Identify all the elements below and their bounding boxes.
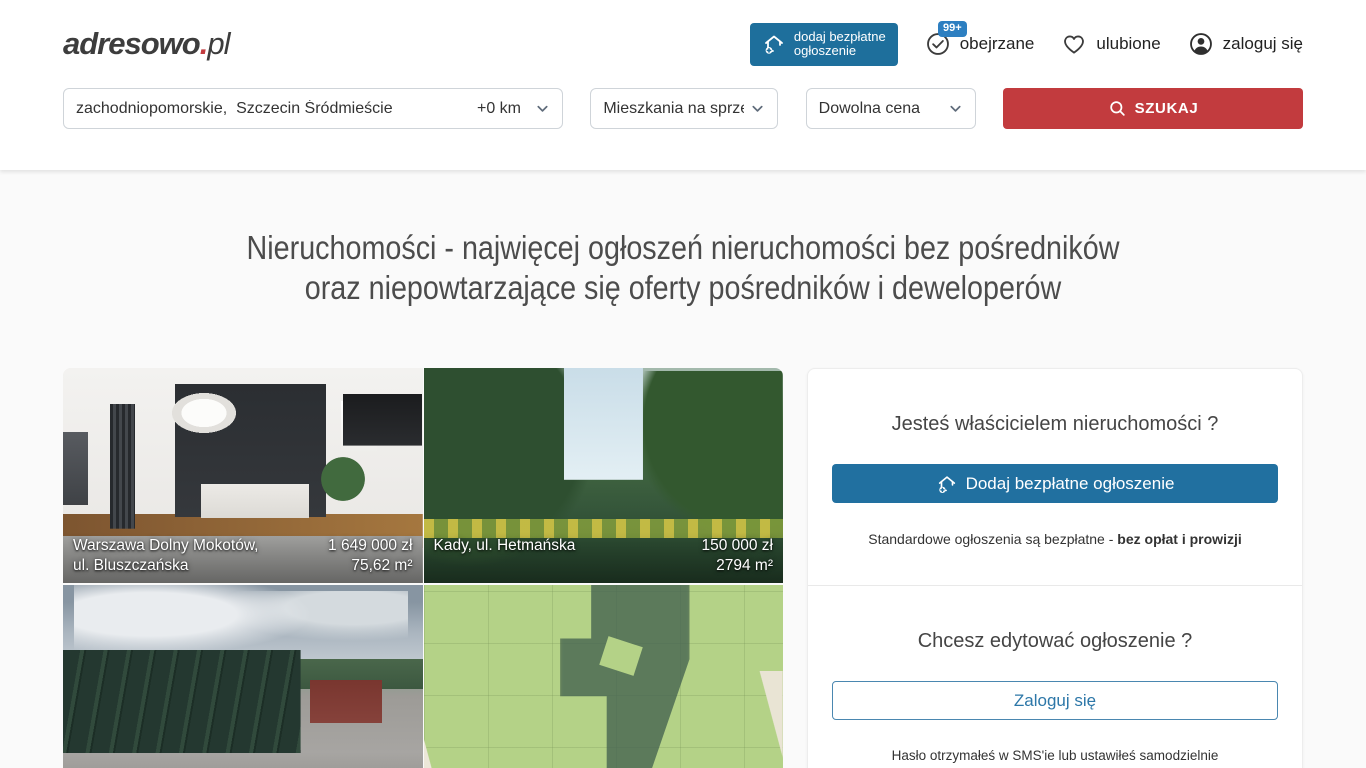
main-content: Nieruchomości - najwięcej ogłoszeń nieru… xyxy=(63,228,1303,768)
page: adresowo.pl dodaj bezpłatne ogł xyxy=(0,0,1366,768)
owner-panel-note: Standardowe ogłoszenia są bezpłatne - be… xyxy=(832,531,1278,547)
top-bar: adresowo.pl dodaj bezpłatne ogł xyxy=(63,0,1303,88)
price-select[interactable]: Dowolna cena xyxy=(806,88,976,129)
logo[interactable]: adresowo.pl xyxy=(63,26,229,62)
edit-panel-note: Hasło otrzymałeś w SMS'ie lub ustawiłeś … xyxy=(832,748,1278,763)
listing-photo-storage-containers xyxy=(63,585,423,768)
add-free-listing-label: Dodaj bezpłatne ogłoszenie xyxy=(966,474,1175,494)
listing-address: Kady, ul. Hetmańska xyxy=(434,536,576,556)
house-plus-icon xyxy=(936,473,958,495)
viewed-button[interactable]: 99+ obejrzane xyxy=(925,31,1035,57)
page-headline: Nieruchomości - najwięcej ogłoszeń nieru… xyxy=(63,228,1303,308)
location-value: zachodniopomorskie, Szczecin Śródmieście xyxy=(76,100,469,118)
edit-panel-title: Chcesz edytować ogłoszenie ? xyxy=(832,630,1278,653)
header-actions: dodaj bezpłatne ogłoszenie 99+ obejrzane xyxy=(750,23,1303,66)
headline-line-1: Nieruchomości - najwięcej ogłoszeń nieru… xyxy=(144,228,1223,268)
login-button[interactable]: zaloguj się xyxy=(1188,31,1303,57)
search-button[interactable]: SZUKAJ xyxy=(1003,88,1303,129)
sidebar-login-button[interactable]: Zaloguj się xyxy=(832,681,1278,720)
sidebar-login-label: Zaloguj się xyxy=(1014,691,1096,711)
owner-panel-title: Jesteś właścicielem nieruchomości ? xyxy=(832,413,1278,436)
sidebar: Jesteś właścicielem nieruchomości ? Doda… xyxy=(807,368,1303,768)
add-listing-button[interactable]: dodaj bezpłatne ogłoszenie xyxy=(750,23,898,66)
add-free-listing-button[interactable]: Dodaj bezpłatne ogłoszenie xyxy=(832,464,1278,503)
location-radius: +0 km xyxy=(477,100,521,118)
viewed-count-badge: 99+ xyxy=(938,21,967,37)
person-circle-icon xyxy=(1188,31,1214,57)
listing-address: Warszawa Dolny Mokotów, xyxy=(73,536,259,556)
listing-card-forest-plot[interactable]: Kady, ul. Hetmańska 150 000 zł 2794 m² xyxy=(424,368,784,583)
listing-price: 150 000 zł xyxy=(701,536,773,556)
login-label: zaloguj się xyxy=(1223,34,1303,54)
owner-panel: Jesteś właścicielem nieruchomości ? Doda… xyxy=(808,369,1302,585)
search-button-label: SZUKAJ xyxy=(1135,100,1199,117)
chevron-down-icon xyxy=(948,101,963,116)
listing-price: 1 649 000 zł xyxy=(328,536,412,556)
check-circle-icon: 99+ xyxy=(925,31,951,57)
favorites-label: ulubione xyxy=(1096,34,1160,54)
listing-caption: Kady, ul. Hetmańska 150 000 zł 2794 m² xyxy=(424,532,784,583)
location-combobox[interactable]: zachodniopomorskie, Szczecin Śródmieście… xyxy=(63,88,563,129)
listing-area: 75,62 m² xyxy=(328,556,412,576)
listing-card-apartment[interactable]: Warszawa Dolny Mokotów, ul. Bluszczańska… xyxy=(63,368,423,583)
chevron-down-icon xyxy=(750,101,765,116)
heart-icon xyxy=(1061,31,1087,57)
logo-text: adresowo xyxy=(63,26,200,61)
header: adresowo.pl dodaj bezpłatne ogł xyxy=(0,0,1366,170)
listing-area: 2794 m² xyxy=(701,556,773,576)
listings-grid: Warszawa Dolny Mokotów, ul. Bluszczańska… xyxy=(63,368,783,768)
listing-caption: Warszawa Dolny Mokotów, ul. Bluszczańska… xyxy=(63,532,423,583)
search-bar: zachodniopomorskie, Szczecin Śródmieście… xyxy=(63,88,1303,129)
logo-suffix: pl xyxy=(207,26,229,61)
category-select[interactable]: Mieszkania na sprzedaż xyxy=(590,88,778,129)
add-listing-label: dodaj bezpłatne ogłoszenie xyxy=(794,30,886,59)
price-value: Dowolna cena xyxy=(819,100,942,118)
listing-photo-map-parcel xyxy=(424,585,784,768)
listing-address: ul. Bluszczańska xyxy=(73,556,259,576)
favorites-button[interactable]: ulubione xyxy=(1061,31,1160,57)
edit-panel: Chcesz edytować ogłoszenie ? Zaloguj się… xyxy=(808,585,1302,768)
viewed-label: obejrzane xyxy=(960,34,1035,54)
magnifier-icon xyxy=(1108,99,1127,118)
category-value: Mieszkania na sprzedaż xyxy=(603,100,744,118)
house-plus-icon xyxy=(762,32,786,56)
listing-card-map-parcel[interactable]: Nowa Jastrząbka 300 000 zł xyxy=(424,585,784,768)
chevron-down-icon xyxy=(535,101,550,116)
listing-card-storage[interactable]: Kraków Prądnik Biały, ul. 700 zł xyxy=(63,585,423,768)
map-parcel-outline xyxy=(560,585,689,768)
headline-line-2: oraz niepowtarzające się oferty pośredni… xyxy=(144,268,1223,308)
